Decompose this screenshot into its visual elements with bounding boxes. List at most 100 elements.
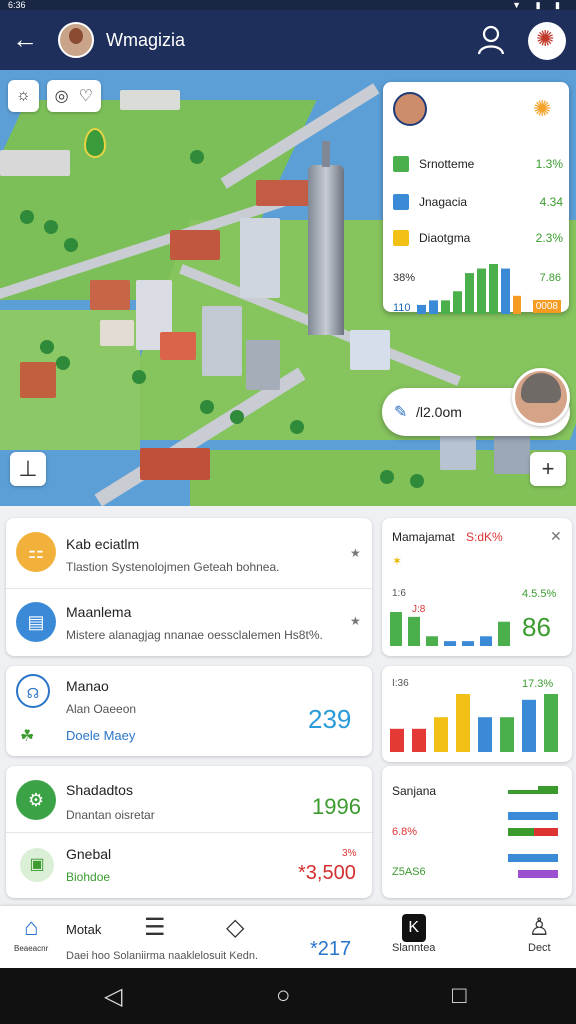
bar: [465, 273, 474, 314]
user-chip[interactable]: ✎ /l2.0om: [382, 368, 570, 436]
plus-icon: +: [541, 456, 555, 481]
overlay-row-label: Srnotteme: [419, 157, 475, 171]
profile-icon: ♙: [528, 914, 551, 941]
headset-icon: ☊: [16, 674, 50, 708]
city-map[interactable]: ☼ ◎ ♡ ⊥ + ✺ Srnotteme 1.3% Jnagacia 4.34…: [0, 70, 576, 506]
overlay-tag: 0008: [532, 300, 561, 313]
bar: [417, 304, 426, 314]
nav-tags[interactable]: ◇: [226, 914, 244, 942]
bar: [544, 694, 558, 752]
manao-link[interactable]: Doele Maey: [66, 728, 135, 743]
nav-documents[interactable]: ☰: [144, 914, 166, 942]
gear-icon: ⚙: [16, 780, 56, 820]
form-icon: ▤: [16, 602, 56, 642]
status-bar: 6:36 ▼ ▮ ▮: [0, 0, 576, 10]
manao-card[interactable]: ☊ Manao Alan Oaeeon ☘ Doele Maey 239: [6, 666, 372, 756]
shada-title: Shadadtos: [66, 782, 133, 798]
shada-value: 1996: [312, 794, 361, 819]
pencil-icon: ✎: [394, 404, 408, 421]
layers-icon: ⊥: [18, 456, 38, 481]
manajema-title: Maanlema: [66, 604, 132, 620]
status-icons: ▼ ▮ ▮: [512, 0, 566, 10]
map-tool-sun[interactable]: ☼: [8, 80, 39, 112]
overlay-left-top: 38%: [393, 272, 416, 284]
legend-square-icon: [393, 156, 409, 172]
bar: [478, 717, 492, 752]
bar: [426, 636, 438, 646]
bar: [390, 612, 402, 646]
map-add-button[interactable]: +: [530, 452, 566, 486]
back-arrow-icon[interactable]: ←: [12, 24, 40, 56]
sanjana-title: Sanjana: [392, 784, 437, 798]
lightbulb-icon[interactable]: ✺: [533, 96, 551, 122]
manao-title: Manao: [66, 678, 109, 694]
avatar[interactable]: [58, 22, 94, 58]
sanjana-card[interactable]: Sanjana 6.8% Z5AS6: [382, 766, 572, 898]
overlay-row: Diaotgma 2.3%: [393, 228, 563, 248]
shada-subtitle: Dnantan oisretar: [66, 808, 155, 822]
kab-title: Kab eciatlm: [66, 536, 140, 552]
manajamat-bar-chart: [390, 612, 510, 646]
app-bar: ← Wmagizia: [0, 10, 576, 70]
app-title: Wmagizia: [106, 30, 186, 50]
overlay-row-value: 2.3%: [535, 231, 563, 245]
summary-card[interactable]: ⚏ Kab eciatlm Tlastion Systenolojmen Get…: [6, 518, 372, 656]
manao-subtitle: Alan Oaeeon: [66, 702, 137, 716]
overlay-right-top: 7.86: [539, 272, 561, 284]
divider: [6, 588, 372, 589]
nav-profile-label: Dect: [528, 942, 551, 954]
star-icon[interactable]: ★: [350, 546, 361, 560]
close-icon[interactable]: ✕: [550, 528, 562, 545]
global-value: *3,500: [298, 862, 356, 884]
bar: [456, 694, 470, 752]
tag-icon: ◇: [226, 914, 245, 941]
map-tool-group[interactable]: ◎ ♡: [46, 80, 101, 112]
bar: [480, 636, 492, 646]
bar: [434, 717, 448, 752]
manajema-subtitle: Mistere alanagjag nnanae oessclalemen Hs…: [66, 628, 323, 642]
location-pin-icon[interactable]: [84, 128, 106, 158]
global-pct: 3%: [342, 848, 357, 859]
kab-subtitle: Tlastion Systenolojmen Geteah bohnea.: [66, 560, 280, 574]
divider: [6, 832, 372, 833]
home-circle-icon[interactable]: ○: [276, 982, 291, 1010]
nav-home[interactable]: ⌂ Beaeacnr: [14, 914, 48, 954]
nav-app[interactable]: K Slanntea: [392, 914, 435, 954]
panel2-right-label: 17.3%: [522, 678, 554, 690]
sanjana-value-b: Z5AS6: [392, 866, 426, 878]
system-navigation: ◁ ○ □: [0, 968, 576, 1024]
overlay-row-label: Diaotgma: [419, 231, 471, 245]
bar: [501, 268, 510, 314]
calendar-icon: ⚏: [16, 532, 56, 572]
heart-icon[interactable]: ♡: [79, 86, 93, 106]
recents-icon[interactable]: □: [452, 982, 467, 1010]
user-icon[interactable]: [476, 24, 506, 56]
bar: [390, 728, 404, 752]
overlay-left-bottom: 110: [393, 302, 411, 314]
back-icon[interactable]: ◁: [104, 982, 122, 1011]
target-icon[interactable]: ◎: [55, 86, 69, 106]
overlay-row-value: 1.3%: [535, 157, 563, 171]
map-layers-button[interactable]: ⊥: [10, 452, 46, 486]
bottom-navigation: ⌂ Beaeacnr Motak ☰ ◇ K Slanntea ♙ Dect D…: [0, 906, 576, 968]
manajamat-right-label: 4.5.5%: [522, 588, 557, 600]
landmark-tower: [308, 141, 344, 335]
nav-value: *217: [310, 938, 352, 960]
sun-icon: ☼: [16, 87, 31, 104]
sanjana-value-a: 6.8%: [392, 826, 418, 838]
overlay-row-label: Jnagacia: [419, 195, 468, 209]
global-title: Gnebal: [66, 846, 112, 862]
panel2-left-label: I:36: [392, 678, 409, 689]
bar: [429, 300, 438, 314]
nav-profile[interactable]: ♙ Dect: [528, 914, 551, 954]
brand-logo-icon[interactable]: [528, 22, 566, 60]
bar: [500, 717, 514, 752]
shada-card[interactable]: ⚙ Shadadtos Dnantan oisretar 1996 ▣ Gneb…: [6, 766, 372, 898]
bar: [444, 641, 456, 646]
bar: [441, 300, 450, 314]
overlay-row: Jnagacia 4.34: [393, 192, 563, 212]
star-icon[interactable]: ★: [350, 614, 361, 628]
bar-chart-card[interactable]: I:36 17.3%: [382, 666, 572, 762]
manajamat-card[interactable]: Mamajamat S:dK% ✕ ✶ 1:6 4.5.5% J:8 86: [382, 518, 572, 656]
map-stats-overlay[interactable]: ✺ Srnotteme 1.3% Jnagacia 4.34 Diaotgma …: [383, 82, 569, 314]
